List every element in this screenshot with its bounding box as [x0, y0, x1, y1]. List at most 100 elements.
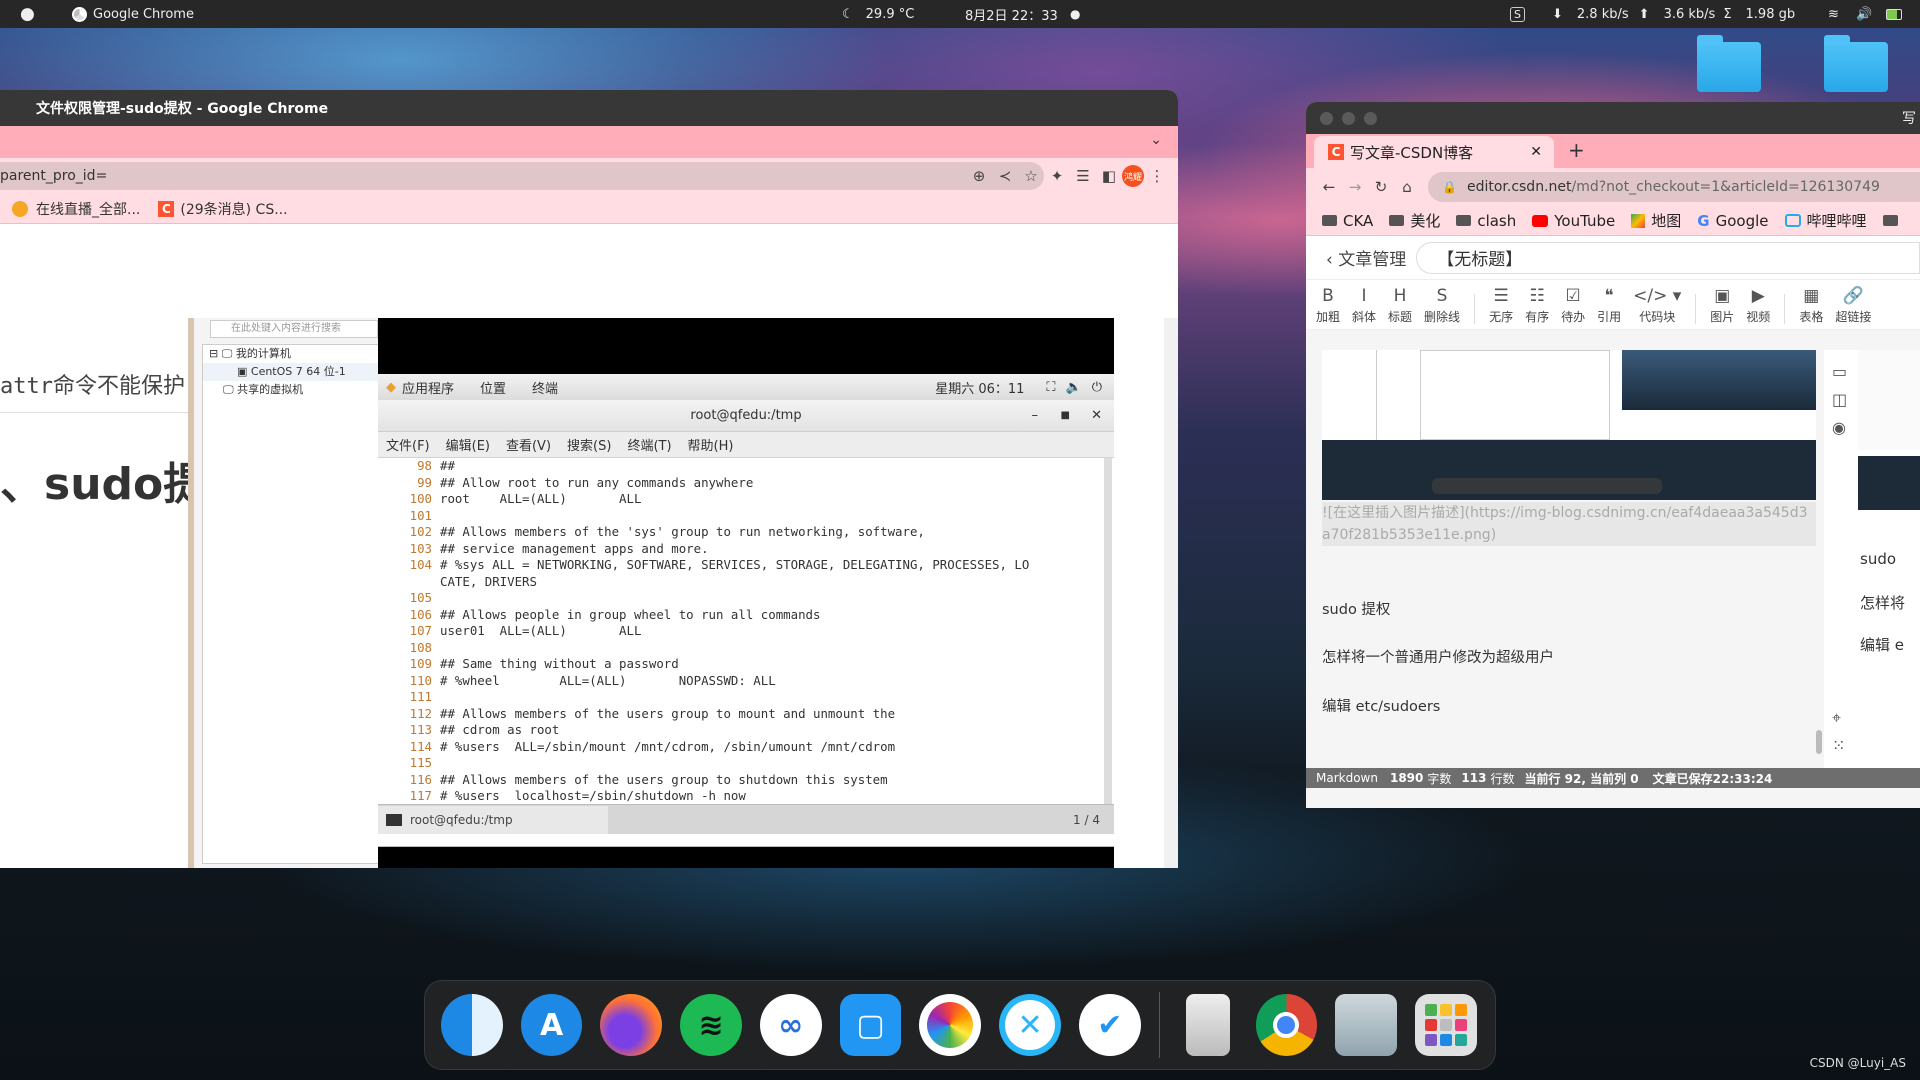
preview-eye-icon[interactable]: ◉	[1832, 418, 1846, 437]
reload-icon[interactable]: ↻	[1368, 174, 1394, 200]
volume-icon[interactable]: 🔊	[1856, 0, 1872, 28]
omnibox[interactable]: parent_pro_id= ⊕ ≺ ☆	[0, 162, 1044, 190]
profile-avatar[interactable]: 鸿耀	[1122, 165, 1144, 187]
maximize-button[interactable]: ■	[1061, 410, 1070, 421]
terminal-tab[interactable]: root@qfedu:/tmp	[378, 805, 608, 834]
zoom-traffic-light[interactable]	[1364, 111, 1377, 125]
photos-icon[interactable]	[919, 994, 982, 1056]
net-speed[interactable]: ⬇ 2.8 kb/s ⬆ 3.6 kb/s Σ 1.98 gb	[1552, 0, 1795, 28]
weather-widget[interactable]: ☾ 29.9 °C	[842, 0, 914, 28]
apple-icon[interactable]: ●	[20, 0, 35, 28]
terminal-menu-item[interactable]: 搜索(S)	[567, 435, 611, 454]
bookmark-item[interactable]: 地图	[1631, 210, 1681, 231]
terminal-menu-item[interactable]: 帮助(H)	[688, 435, 734, 454]
gnome-clock[interactable]: 星期六 06：11	[935, 378, 1024, 397]
back-icon[interactable]: ←	[1316, 174, 1342, 200]
bookmark-item[interactable]: clash	[1456, 212, 1516, 230]
collapse-icon[interactable]: ⁙	[1832, 736, 1845, 755]
toolbar-button[interactable]: 🔗 超链接	[1835, 286, 1871, 325]
minimize-traffic-light[interactable]	[1342, 111, 1355, 125]
app-store-icon[interactable]: A	[520, 994, 583, 1056]
tree-item-my-computer[interactable]: ⊟ 🖵 我的计算机	[203, 345, 379, 363]
bookmark-item[interactable]: C (29条消息) CS...	[158, 199, 288, 219]
reading-list-icon[interactable]: ☰	[1070, 163, 1096, 189]
article-title-input[interactable]: 【无标题】	[1416, 241, 1920, 274]
terminal-menu-item[interactable]: 文件(F)	[386, 435, 430, 454]
desktop-folder-icon[interactable]	[1824, 35, 1888, 92]
disk-utility-icon[interactable]	[1335, 994, 1397, 1056]
layout-split-icon[interactable]: ◫	[1832, 390, 1847, 409]
bookmark-item[interactable]: 哔哩哔哩	[1784, 210, 1867, 231]
firefox-icon[interactable]	[600, 994, 663, 1056]
toolbar-button[interactable]: ▦ 表格	[1799, 286, 1823, 325]
tree-item-centos[interactable]: ▣ CentOS 7 64 位-1	[203, 363, 379, 381]
menu-kebab-icon[interactable]: ⋮	[1144, 163, 1170, 189]
launchpad-icon[interactable]	[1415, 994, 1477, 1056]
finder-icon[interactable]	[441, 994, 503, 1056]
forward-icon[interactable]: →	[1342, 174, 1368, 200]
trash-icon[interactable]	[1185, 994, 1230, 1056]
tab-search-chevron-icon[interactable]: ⌄	[1150, 132, 1162, 148]
desktop-folder-icon[interactable]	[1697, 35, 1761, 92]
omnibox[interactable]: 🔒 editor.csdn.net/md?not_checkout=1&arti…	[1428, 172, 1920, 202]
toolbar-button[interactable]: ▶ 视频	[1746, 286, 1770, 325]
bookmark-item[interactable]: 在线直播_全部...	[12, 199, 140, 219]
toolbar-button[interactable]: ❝ 引用	[1597, 286, 1621, 325]
active-app-menu[interactable]: Google Chrome	[72, 0, 194, 28]
bookmark-item[interactable]: 美化	[1389, 210, 1440, 231]
toolbar-button[interactable]: </> ▾ 代码块	[1633, 286, 1681, 325]
extensions-icon[interactable]: ✦	[1044, 163, 1070, 189]
toolbar-button[interactable]: ☷ 有序	[1525, 286, 1549, 325]
clock[interactable]: 8月2日 22：33	[965, 0, 1058, 28]
toolbar-button[interactable]: S 删除线	[1424, 286, 1460, 325]
vm-search-input[interactable]: 在此处键入内容进行搜索	[210, 320, 378, 338]
back-to-articles-link[interactable]: ‹ 文章管理	[1326, 245, 1406, 270]
toolbar-button[interactable]: H 标题	[1388, 286, 1412, 325]
baidu-netdisk-icon[interactable]: ∞	[759, 994, 822, 1056]
xcode-helper-icon[interactable]: ✕	[999, 994, 1061, 1056]
gnome-menu-terminal[interactable]: 终端	[532, 378, 558, 397]
s-app-icon[interactable]: S	[1510, 0, 1525, 28]
battery-icon[interactable]	[1886, 0, 1902, 28]
tree-item-shared-vms[interactable]: 🖵 共享的虚拟机	[203, 381, 379, 399]
chrome-icon[interactable]	[1255, 994, 1318, 1056]
toolbar-button[interactable]: ☑ 待办	[1561, 286, 1585, 325]
wifi-icon[interactable]: ≋	[1828, 0, 1839, 28]
vim-buffer[interactable]: 98 ## 99 ## Allow root to run any commands …	[378, 458, 1102, 830]
preview-app-icon[interactable]: ▢	[839, 994, 902, 1056]
home-icon[interactable]: ⌂	[1394, 174, 1420, 200]
vm-console[interactable]: ◆ 应用程序 位置 终端 星期六 06：11 ⛶ 🔈 ⏻ root@qfedu:…	[378, 318, 1114, 868]
bookmark-item[interactable]: CKA	[1322, 212, 1373, 230]
bookmark-item[interactable]: G Google	[1697, 212, 1768, 230]
volume-icon[interactable]: 🔈	[1066, 380, 1082, 395]
bookmark-item[interactable]: YouTube	[1532, 212, 1615, 230]
terminal-menu-item[interactable]: 终端(T)	[627, 435, 671, 454]
page-scrollbar[interactable]	[1164, 318, 1178, 868]
layout-single-icon[interactable]: ▭	[1832, 362, 1847, 381]
spotify-icon[interactable]: ≋	[680, 994, 742, 1056]
sync-scroll-icon[interactable]: ⌖	[1832, 708, 1841, 728]
close-button[interactable]: ✕	[1091, 408, 1102, 423]
editor-scrollbar[interactable]	[1816, 730, 1822, 754]
gnome-menu-applications[interactable]: 应用程序	[402, 378, 454, 397]
toolbar-button[interactable]: I 斜体	[1352, 286, 1376, 325]
bookmark-star-icon[interactable]: ☆	[1018, 163, 1044, 189]
gnome-menu-places[interactable]: 位置	[480, 378, 506, 397]
close-traffic-light[interactable]	[1320, 111, 1333, 125]
network-icon[interactable]: ⛶	[1046, 380, 1055, 395]
toolbar-button[interactable]: B 加粗	[1316, 286, 1340, 325]
terminal-menu-item[interactable]: 查看(V)	[506, 435, 551, 454]
terminal-scrollbar[interactable]	[1104, 458, 1112, 830]
terminal-menu-item[interactable]: 编辑(E)	[446, 435, 490, 454]
share-icon[interactable]: ≺	[992, 163, 1018, 189]
new-tab-button[interactable]: +	[1568, 138, 1585, 162]
toolbar-button[interactable]: ☰ 无序	[1489, 286, 1513, 325]
more-bookmarks-folder-icon[interactable]	[1882, 215, 1898, 226]
side-panel-icon[interactable]: ◧	[1096, 163, 1122, 189]
tab-csdn-editor[interactable]: C 写文章-CSDN博客 ✕	[1314, 136, 1554, 168]
markdown-editor[interactable]: ![在这里插入图片描述](https://img-blog.csdnimg.cn…	[1322, 350, 1822, 788]
tab-close-icon[interactable]: ✕	[1530, 144, 1542, 160]
tasks-icon[interactable]: ✔	[1078, 994, 1141, 1056]
power-icon[interactable]: ⏻	[1092, 380, 1102, 395]
minimize-button[interactable]: –	[1032, 408, 1039, 423]
